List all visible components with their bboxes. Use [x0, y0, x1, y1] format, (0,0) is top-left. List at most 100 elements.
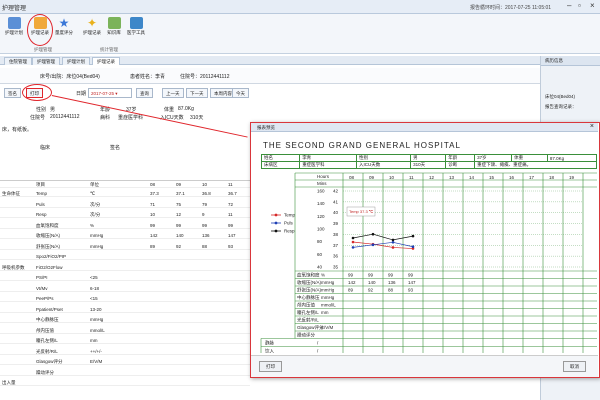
- temp-tick-label: 40: [333, 210, 339, 215]
- nursing-record-button[interactable]: ✦ 护理记录: [82, 16, 102, 46]
- dialog-close-icon[interactable]: ×: [590, 123, 594, 130]
- query-button[interactable]: 查询: [136, 88, 153, 98]
- dialog-footer: 打印 取消: [251, 355, 598, 377]
- tab-hospital[interactable]: 住院管理: [4, 57, 32, 65]
- table-row: 瞳孔左侧/L mm: [0, 337, 250, 344]
- knowledge-base-button[interactable]: 知识库: [104, 16, 124, 46]
- legend-label: Temp: [284, 213, 296, 218]
- table-row: Ppatient/Pset 13-20: [0, 306, 250, 313]
- report-sheet: THE SECOND GRAND GENERAL HOSPITAL 姓名 李青 …: [255, 135, 599, 353]
- score-button[interactable]: ★ 量度评分: [54, 16, 74, 46]
- medical-tools-button[interactable]: 医学工具: [126, 16, 146, 46]
- table-cell: mmol/L: [90, 327, 105, 333]
- io-label: 饮入: [265, 348, 274, 354]
- data-point: [351, 240, 355, 244]
- puls-tick-label: 120: [317, 214, 325, 219]
- close-icon[interactable]: ×: [590, 2, 595, 10]
- notes-col-sign: 签名: [110, 145, 121, 151]
- minimize-icon[interactable]: –: [567, 2, 571, 10]
- table-row: 中心静脉压 mmHg: [0, 316, 250, 323]
- table-cell: PS/PI: [36, 275, 48, 280]
- temp-tick-label: 36: [333, 254, 339, 259]
- temp-tick-label: 41: [333, 199, 339, 204]
- report-cell: 99: [368, 273, 374, 278]
- report-dept: 重症医学科: [299, 161, 357, 169]
- legend-label: Puls: [284, 221, 294, 226]
- report-cell: 99: [388, 273, 394, 278]
- tab-care-plan[interactable]: 护理计划: [62, 57, 90, 65]
- next-day-button[interactable]: 下一天: [186, 88, 208, 98]
- report-header-table: 姓名 李青 性别 男 年龄 37岁 体重 87.0Kg 床病区 重症医学科 入I…: [260, 154, 598, 169]
- report-gender: 男: [410, 154, 447, 162]
- temp-tick-label: 38: [333, 232, 339, 237]
- prev-day-button[interactable]: 上一天: [162, 88, 184, 98]
- puls-tick-label: 40: [317, 265, 323, 270]
- table-cell: 147: [228, 233, 236, 238]
- hour-label: 14: [469, 175, 475, 180]
- table-cell: <25: [90, 275, 98, 280]
- puls-tick-label: 80: [317, 239, 323, 244]
- table-cell: 136: [202, 233, 210, 238]
- report-cell: 99: [348, 273, 354, 278]
- tab-care-record[interactable]: 护理记录: [92, 57, 120, 65]
- table-cell: 140: [176, 233, 184, 238]
- report-name: 李青: [299, 154, 357, 162]
- date-label: 日期: [76, 91, 87, 97]
- date-picker[interactable]: 2017-07-25 ▾: [88, 88, 132, 98]
- table-cell: 颅内压值: [36, 327, 54, 333]
- table-cell: 72: [228, 201, 234, 207]
- dialog-cancel-button[interactable]: 取消: [563, 361, 586, 372]
- report-cell: 99: [408, 273, 414, 278]
- table-cell: 光反射/R/L: [36, 348, 58, 354]
- table-cell: 舒张压(N/A): [36, 243, 60, 249]
- report-row-unit: mmol/L: [321, 303, 336, 308]
- care-plan-icon: [7, 17, 21, 29]
- table-row: PeeP/Ps <15: [0, 295, 250, 302]
- table-cell: 79: [202, 201, 208, 207]
- table-cell: 出入量: [2, 380, 16, 385]
- column-header: 10: [202, 182, 208, 187]
- table-row: 躁动评分: [0, 369, 250, 376]
- table-cell: 躁动评分: [36, 369, 54, 375]
- table-cell: 75: [176, 201, 182, 207]
- table-row: Spo2/FiO2/PIP: [0, 253, 250, 260]
- table-cell: mmHg: [90, 317, 104, 322]
- table-cell: 36.8: [202, 191, 211, 196]
- report-row-label: 血氧饱和度: [297, 272, 320, 279]
- table-cell: 99: [150, 222, 156, 228]
- report-cell: 140: [368, 280, 376, 285]
- record-toolbar: 签名 打印 日期 查询 上一天 下一天 本周内容 今天: [0, 84, 540, 101]
- table-cell: mmHg: [90, 243, 104, 249]
- table-cell: 92: [176, 243, 182, 249]
- table-row: 生命体征 Temp ℃ 37.3 37.1 36.8 36.7: [0, 190, 250, 197]
- data-point: [371, 243, 375, 247]
- hour-label: 17: [529, 175, 535, 180]
- tab-nursing[interactable]: 护理管理: [32, 57, 60, 65]
- table-cell: 收缩压(N/A): [36, 233, 60, 238]
- io-slash: /: [317, 341, 319, 346]
- vitals-chart: Hours Mins 08 09 10 11 12 13 14 15 16 17 18 19 35 36 37 3…: [260, 172, 597, 354]
- table-cell: FiO2/O2Flow: [36, 264, 63, 270]
- bed-label[interactable]: 床号/出院：床位04(Bed04): [40, 73, 100, 80]
- notes-col-clinical: 临床: [40, 145, 51, 151]
- header-datetime: 报告循环时间：2017-07-25 11:05:01: [470, 5, 552, 11]
- report-row-unit: mmHg: [321, 288, 335, 293]
- maximize-icon[interactable]: ▫: [578, 2, 581, 10]
- legend-label: Resp: [284, 229, 295, 234]
- report-row-label: 收缩压(N/A): [297, 279, 321, 286]
- today-button[interactable]: 今天: [232, 88, 249, 98]
- report-row-label: 舒张压(N/A): [297, 287, 321, 294]
- table-row: Vt/Mv 6-18: [0, 285, 250, 292]
- table-row: 光反射/R/L ++/+/-: [0, 348, 250, 355]
- table-cell: Spo2/FiO2/PIP: [36, 254, 67, 259]
- hour-label: 18: [549, 175, 555, 180]
- score-star-icon: ★: [58, 16, 70, 30]
- table-cell: 36.7: [228, 191, 237, 196]
- sign-button[interactable]: 签名: [4, 88, 21, 98]
- temp-tick-label: 37: [333, 243, 339, 248]
- book-icon: [107, 17, 121, 29]
- care-plan-button[interactable]: 护理计划: [4, 16, 24, 46]
- table-cell: 瞳孔左侧/L: [36, 338, 58, 343]
- dialog-print-button[interactable]: 打印: [259, 361, 282, 372]
- io-label: 静脉: [265, 340, 274, 346]
